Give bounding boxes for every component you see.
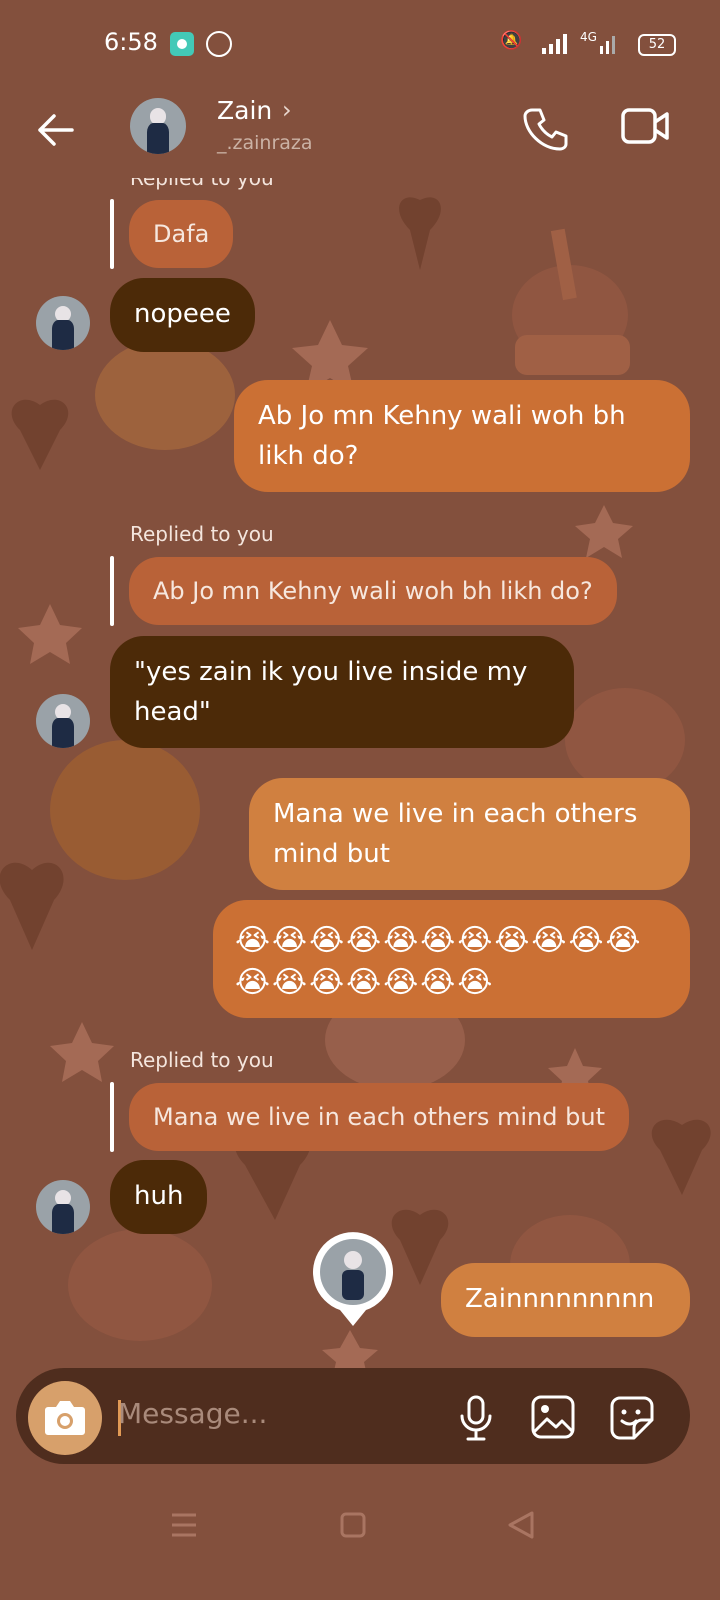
incoming-message[interactable]: nopeee bbox=[110, 278, 255, 352]
message-input[interactable]: Message... bbox=[118, 1397, 267, 1430]
back-nav-icon bbox=[508, 1511, 534, 1539]
reply-quote[interactable]: Mana we live in each others mind but bbox=[129, 1083, 629, 1151]
reply-bar bbox=[110, 1082, 114, 1152]
signal-2-icon bbox=[600, 36, 615, 54]
chevron-right-icon-top[interactable]: › bbox=[282, 96, 292, 124]
incoming-message[interactable]: huh bbox=[110, 1160, 208, 1234]
camera-button[interactable] bbox=[28, 1381, 102, 1455]
replied-label: Replied to you bbox=[130, 522, 274, 546]
outgoing-message[interactable]: Zainnnnnnnnn bbox=[441, 1263, 690, 1337]
sender-avatar[interactable] bbox=[36, 694, 90, 748]
outgoing-message[interactable]: Ab Jo mn Kehny wali woh bh likh do? bbox=[234, 380, 690, 492]
gallery-icon[interactable] bbox=[530, 1394, 576, 1440]
network-type: 4G bbox=[580, 30, 597, 44]
back-arrow-icon-top[interactable] bbox=[32, 106, 80, 154]
outgoing-message[interactable]: Mana we live in each others mind but bbox=[249, 778, 690, 890]
reply-quote[interactable]: Dafa bbox=[129, 200, 234, 268]
status-bar: 6:58 🔕 4G 52 bbox=[0, 0, 720, 88]
camera-icon bbox=[45, 1401, 85, 1435]
battery-indicator: 52 bbox=[638, 34, 676, 56]
sticker-icon[interactable] bbox=[608, 1394, 656, 1442]
mute-icon: 🔕 bbox=[500, 30, 523, 51]
reply-quote[interactable]: Ab Jo mn Kehny wali woh bh likh do? bbox=[129, 557, 617, 625]
signal-icon bbox=[542, 34, 567, 54]
outgoing-emoji-message[interactable]: 😭😭😭😭😭😭😭😭😭😭😭😭😭😭😭😭😭😭 bbox=[213, 900, 690, 1018]
menu-nav-icon bbox=[172, 1513, 196, 1537]
contact-name-top[interactable]: Zain bbox=[217, 96, 272, 125]
header-avatar-top[interactable] bbox=[130, 98, 186, 154]
sender-avatar[interactable] bbox=[36, 296, 90, 350]
replied-label: Replied to you bbox=[130, 1048, 274, 1072]
phone-icon-top[interactable] bbox=[522, 104, 570, 152]
app-notification-icon bbox=[170, 32, 194, 56]
microphone-icon[interactable] bbox=[456, 1394, 496, 1442]
incoming-message[interactable]: "yes zain ik you live inside my head" bbox=[110, 636, 574, 748]
reply-bar bbox=[110, 556, 114, 626]
reply-bar bbox=[110, 199, 114, 269]
seen-avatar bbox=[313, 1232, 393, 1326]
sender-avatar[interactable] bbox=[36, 1180, 90, 1234]
video-camera-icon-top[interactable] bbox=[620, 104, 670, 148]
home-nav-icon bbox=[340, 1512, 366, 1538]
status-time: 6:58 bbox=[104, 28, 158, 56]
system-navigation-bar bbox=[172, 1511, 534, 1539]
header-bar bbox=[0, 88, 720, 178]
whatsapp-icon bbox=[206, 31, 232, 57]
contact-username-top[interactable]: _.zainraza bbox=[217, 132, 313, 154]
